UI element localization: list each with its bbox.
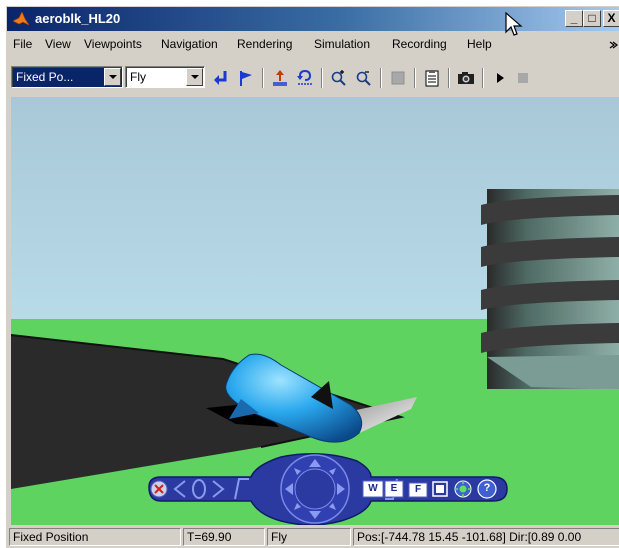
return-arrow-icon[interactable]: [211, 68, 231, 88]
close-button[interactable]: X: [603, 10, 619, 27]
navigation-wheel[interactable]: [281, 455, 349, 523]
status-mode: Fly: [267, 528, 351, 546]
toolbar: Fixed Po... Fly: [7, 59, 619, 95]
toolbar-separator: [321, 68, 323, 88]
main-window: aeroblk_HL20 _ □ X File View Viewpoints …: [6, 6, 619, 548]
toolbar-separator: [448, 68, 450, 88]
toolbar-separator: [414, 68, 416, 88]
stop-icon[interactable]: [513, 68, 533, 88]
slide-arrows-icon[interactable]: [171, 477, 231, 501]
status-viewpoint: Fixed Position: [9, 528, 181, 546]
straighten-up-icon[interactable]: [270, 68, 290, 88]
help-icon[interactable]: ?: [479, 482, 495, 494]
window-title: aeroblk_HL20: [35, 11, 121, 26]
clipboard-icon[interactable]: [422, 68, 442, 88]
walk-button[interactable]: W: [365, 483, 381, 494]
mouse-cursor-icon: [505, 12, 523, 36]
camera-icon[interactable]: [456, 68, 476, 88]
chevron-down-icon[interactable]: [186, 68, 203, 86]
menu-navigation[interactable]: Navigation: [161, 37, 218, 51]
headlight-icon[interactable]: [388, 68, 408, 88]
menu-help[interactable]: Help: [467, 37, 492, 51]
menu-rendering[interactable]: Rendering: [237, 37, 292, 51]
zoom-in-icon[interactable]: [329, 68, 349, 88]
flag-icon[interactable]: [236, 68, 256, 88]
menu-simulation[interactable]: Simulation: [314, 37, 370, 51]
close-icon[interactable]: [141, 480, 161, 498]
scene-viewport[interactable]: W E F ?: [11, 97, 619, 525]
viewpoint-icon[interactable]: [431, 480, 449, 498]
toolbar-separator: [262, 68, 264, 88]
play-icon[interactable]: [490, 68, 510, 88]
toolbar-separator: [482, 68, 484, 88]
tower-building: [481, 189, 619, 389]
viewpoint-select-value: Fixed Po...: [16, 70, 74, 84]
navigation-mode-value: Fly: [130, 70, 146, 84]
chevron-down-icon[interactable]: [104, 68, 121, 86]
undo-move-icon[interactable]: [295, 68, 315, 88]
maximize-button[interactable]: □: [583, 10, 601, 27]
matlab-logo-icon: [13, 12, 29, 26]
examine-button[interactable]: E: [387, 483, 401, 494]
menu-bar: File View Viewpoints Navigation Renderin…: [7, 33, 619, 54]
navigation-mode-select[interactable]: Fly: [125, 66, 205, 88]
status-position: Pos:[-744.78 15.45 -101.68] Dir:[0.89 0.…: [353, 528, 619, 546]
toolbar-separator: [380, 68, 382, 88]
status-bar: Fixed Position T=69.90 Fly Pos:[-744.78 …: [7, 525, 619, 548]
title-bar[interactable]: aeroblk_HL20 _ □ X: [7, 7, 619, 31]
navigation-panel: W E F ?: [131, 451, 511, 525]
menu-file[interactable]: File: [13, 37, 32, 51]
fly-button[interactable]: F: [411, 484, 425, 495]
menu-viewpoints[interactable]: Viewpoints: [84, 37, 142, 51]
minimize-button[interactable]: _: [565, 10, 583, 27]
menu-view[interactable]: View: [45, 37, 71, 51]
viewpoint-select[interactable]: Fixed Po...: [11, 66, 123, 88]
headlight-toggle-icon[interactable]: [454, 480, 472, 498]
menu-overflow-icon[interactable]: [609, 41, 618, 49]
zoom-out-icon[interactable]: [354, 68, 374, 88]
status-time: T=69.90: [183, 528, 265, 546]
menu-recording[interactable]: Recording: [392, 37, 447, 51]
